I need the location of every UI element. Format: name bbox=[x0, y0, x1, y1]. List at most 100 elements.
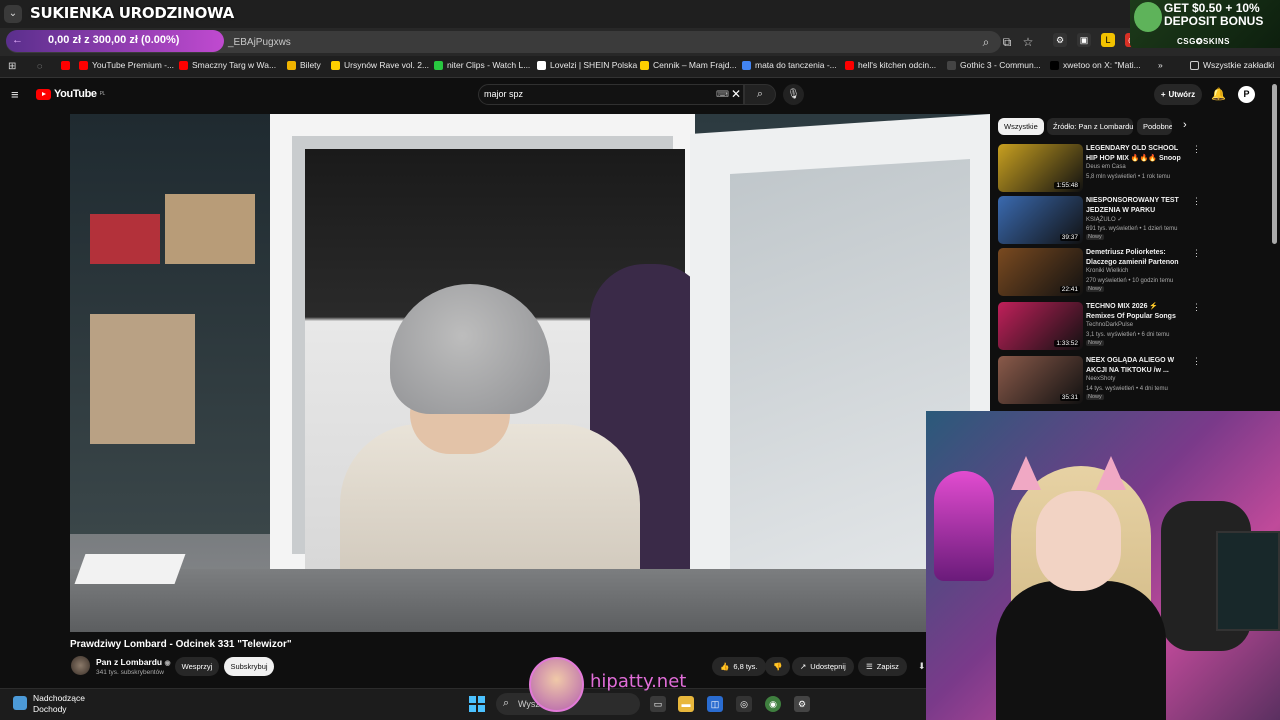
app-icon[interactable]: ◎ bbox=[736, 696, 752, 712]
recommended-channel[interactable]: KSIĄŻULO ✓ bbox=[1086, 216, 1122, 223]
clear-search-icon[interactable]: ✕ bbox=[731, 87, 741, 101]
streamer-website: hipatty.net bbox=[590, 671, 687, 692]
voice-search-button[interactable]: 🎙 bbox=[783, 84, 804, 105]
bookmark-item[interactable]: niter Clips - Watch L... bbox=[434, 60, 530, 70]
extension-icon[interactable]: L bbox=[1101, 33, 1115, 47]
chip-all[interactable]: Wszystkie bbox=[998, 118, 1044, 135]
recommended-video[interactable]: 22:41 Demetriusz Poliorketes: Dlaczego za… bbox=[998, 248, 1201, 298]
store-icon[interactable]: ◫ bbox=[707, 696, 723, 712]
start-button[interactable] bbox=[469, 696, 485, 712]
share-button[interactable]: ↗ Udostępnij bbox=[792, 657, 854, 676]
video-scene-hat bbox=[390, 284, 550, 414]
tab-list-button[interactable]: ⌄ bbox=[4, 5, 22, 23]
dislike-button[interactable]: 👎 bbox=[765, 657, 791, 676]
video-scene-counter bbox=[70, 569, 990, 632]
extension-icon[interactable]: ⚙ bbox=[1053, 33, 1067, 47]
widgets-title[interactable]: Nadchodzące bbox=[33, 693, 85, 703]
recommended-video[interactable]: 1:55:48 LEGENDARY OLD SCHOOL HIP HOP MIX … bbox=[998, 144, 1201, 194]
page-scrollbar[interactable] bbox=[1272, 84, 1277, 244]
youtube-logo[interactable]: YouTube PL bbox=[36, 88, 105, 100]
streamer-avatar bbox=[529, 657, 584, 712]
video-duration: 1:33:52 bbox=[1054, 340, 1080, 347]
bookmark-item[interactable]: Gothic 3 - Commun... bbox=[947, 60, 1041, 70]
more-options-icon[interactable]: ⋮ bbox=[1192, 248, 1201, 259]
recommended-video[interactable]: 39:37 NIESPONSOROWANY TEST JEDZENIA W PAR… bbox=[998, 196, 1201, 246]
search-button[interactable]: ⌕ bbox=[744, 84, 776, 105]
bookmark-item[interactable]: YouTube Premium -... bbox=[79, 60, 174, 70]
bookmark-star-icon[interactable]: ☆ bbox=[1020, 34, 1036, 50]
recommended-video[interactable]: 1:33:52 TECHNO MIX 2026 ⚡ Remixes Of Popu… bbox=[998, 302, 1201, 352]
video-thumbnail[interactable]: 1:33:52 bbox=[998, 302, 1083, 350]
settings-gear-icon[interactable]: ⚙ bbox=[794, 696, 810, 712]
more-options-icon[interactable]: ⋮ bbox=[1192, 144, 1201, 155]
account-avatar[interactable]: P bbox=[1238, 86, 1255, 103]
support-button[interactable]: Wesprzyj bbox=[175, 657, 219, 676]
video-thumbnail[interactable]: 22:41 bbox=[998, 248, 1083, 296]
recommended-title[interactable]: NEEX OGLĄDA ALIEGO W AKCJI NA TIKTOKU /w… bbox=[1086, 356, 1186, 375]
folder-icon bbox=[1190, 60, 1199, 70]
chip-related[interactable]: Podobne bbox=[1137, 118, 1172, 135]
video-thumbnail[interactable]: 35:31 bbox=[998, 356, 1083, 404]
recommended-meta: 691 tys. wyświetleń • 1 dzień temu bbox=[1086, 226, 1178, 232]
extension-icon[interactable]: ▣ bbox=[1077, 33, 1091, 47]
recommended-channel[interactable]: NeexShoty bbox=[1086, 376, 1115, 382]
bookmark-item[interactable]: xwetoo on X: "Mati... bbox=[1050, 60, 1141, 70]
bookmark-item[interactable]: Lovelzi | SHEIN Polska bbox=[537, 60, 637, 70]
bookmark-item[interactable]: Smaczny Targ w Wa... bbox=[179, 60, 276, 70]
channel-avatar[interactable] bbox=[71, 656, 90, 675]
channel-name[interactable]: Pan z Lombardu ◉ bbox=[96, 657, 171, 667]
recommended-channel[interactable]: Deus em Casa bbox=[1086, 164, 1126, 170]
recommended-title[interactable]: TECHNO MIX 2026 ⚡ Remixes Of Popular Son… bbox=[1086, 302, 1186, 321]
menu-icon[interactable]: ≡ bbox=[11, 87, 19, 102]
notifications-bell-icon[interactable]: 🔔 bbox=[1211, 87, 1226, 101]
recommended-channel[interactable]: TechnoDarkPulse bbox=[1086, 322, 1133, 328]
widgets-icon[interactable] bbox=[13, 696, 27, 710]
bookmark-icon-only[interactable]: ◌ bbox=[37, 61, 42, 71]
task-view-icon[interactable]: ▭ bbox=[650, 696, 666, 712]
recommended-title[interactable]: LEGENDARY OLD SCHOOL HIP HOP MIX 🔥🔥🔥 Sno… bbox=[1086, 144, 1186, 163]
recommended-title[interactable]: NIESPONSOROWANY TEST JEDZENIA W PARKU RO… bbox=[1086, 196, 1186, 215]
url-text[interactable]: _EBAjPugxws bbox=[228, 37, 291, 48]
csgoskins-promo-banner[interactable]: GET $0.50 + 10% DEPOSIT BONUS CSG✪SKINS bbox=[1130, 0, 1280, 48]
chrome-icon[interactable]: ◉ bbox=[765, 696, 781, 712]
region-code: PL bbox=[99, 91, 106, 97]
webcam-streamer-face bbox=[1036, 491, 1121, 591]
bookmark-favicon-icon bbox=[640, 60, 649, 70]
bookmark-item[interactable]: hell's kitchen odcin... bbox=[845, 60, 936, 70]
widgets-subtitle[interactable]: Dochody bbox=[33, 704, 67, 714]
keyboard-icon[interactable]: ⌨ bbox=[716, 89, 729, 100]
download-icon[interactable]: ⬇ bbox=[918, 661, 926, 672]
apps-grid-icon[interactable]: ⊞ bbox=[8, 61, 16, 72]
install-app-icon[interactable]: ⧉ bbox=[999, 34, 1015, 50]
search-icon: ⌕ bbox=[756, 88, 764, 100]
bookmarks-more[interactable]: » bbox=[1158, 60, 1163, 70]
zoom-icon[interactable]: ⌕ bbox=[978, 34, 994, 50]
youtube-bookmark-icon[interactable] bbox=[61, 61, 70, 70]
bookmark-item[interactable]: mata do tanczenia -... bbox=[742, 60, 837, 70]
video-thumbnail[interactable]: 39:37 bbox=[998, 196, 1083, 244]
recommended-title[interactable]: Demetriusz Poliorketes: Dlaczego zamieni… bbox=[1086, 248, 1186, 267]
video-scene-customer bbox=[340, 284, 640, 594]
cat-ear-headphones bbox=[1011, 456, 1041, 490]
share-icon: ↗ bbox=[800, 662, 807, 671]
recommended-video[interactable]: 35:31 NEEX OGLĄDA ALIEGO W AKCJI NA TIKTO… bbox=[998, 356, 1201, 406]
more-options-icon[interactable]: ⋮ bbox=[1192, 356, 1201, 367]
more-options-icon[interactable]: ⋮ bbox=[1192, 302, 1201, 313]
video-thumbnail[interactable]: 1:55:48 bbox=[998, 144, 1083, 192]
chip-from-channel[interactable]: Źródło: Pan z Lombardu bbox=[1047, 118, 1133, 135]
create-button[interactable]: + Utwórz bbox=[1154, 84, 1202, 105]
subscribe-button[interactable]: Subskrybuj bbox=[224, 657, 274, 676]
video-duration: 39:37 bbox=[1059, 234, 1080, 241]
bookmark-item[interactable]: Bilety bbox=[287, 60, 321, 70]
recommended-channel[interactable]: Kroniki Wielkich bbox=[1086, 268, 1128, 274]
more-options-icon[interactable]: ⋮ bbox=[1192, 196, 1201, 207]
all-bookmarks[interactable]: Wszystkie zakładki bbox=[1190, 60, 1274, 70]
bookmark-item[interactable]: Cennik – Mam Frajd... bbox=[640, 60, 737, 70]
search-query[interactable]: major spz bbox=[484, 89, 523, 99]
save-button[interactable]: ☰ Zapisz bbox=[858, 657, 907, 676]
file-explorer-icon[interactable]: ▬ bbox=[678, 696, 694, 712]
bookmark-item[interactable]: Ursynów Rave vol. 2... bbox=[331, 60, 429, 70]
chevron-right-icon[interactable]: › bbox=[1183, 119, 1187, 131]
video-player[interactable] bbox=[70, 114, 990, 632]
like-button[interactable]: 👍 6,8 tys. bbox=[712, 657, 766, 676]
